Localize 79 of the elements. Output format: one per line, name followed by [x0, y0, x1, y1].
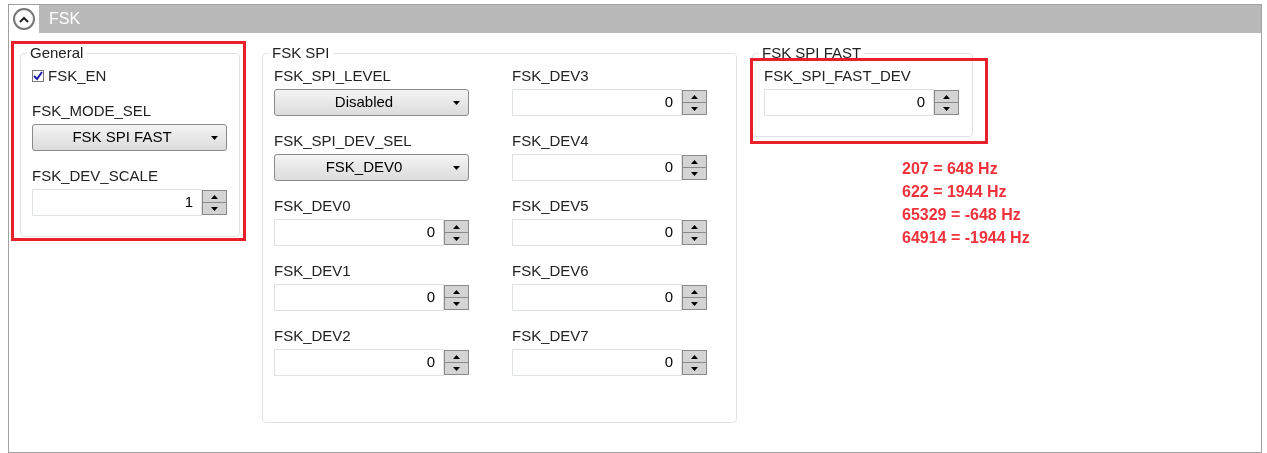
decrement-button[interactable]: [683, 363, 706, 374]
number-field[interactable]: 0: [274, 219, 444, 246]
increment-button[interactable]: [683, 351, 706, 363]
up-arrow-icon: [691, 289, 698, 294]
field-label: FSK_MODE_SEL: [32, 101, 153, 121]
number-field[interactable]: 0: [274, 284, 444, 311]
field-label: FSK_SPI_FAST_DEV: [764, 66, 912, 86]
down-arrow-icon: [453, 366, 460, 371]
up-arrow-icon: [453, 289, 460, 294]
increment-button[interactable]: [683, 91, 706, 103]
check-icon: [33, 71, 43, 81]
up-arrow-icon: [943, 94, 950, 99]
field-label: FSK_SPI_LEVEL: [274, 66, 392, 86]
increment-button[interactable]: [445, 221, 468, 233]
up-arrow-icon: [211, 194, 218, 199]
down-arrow-icon: [453, 236, 460, 241]
increment-button[interactable]: [203, 191, 226, 203]
field-label: FSK_SPI_DEV_SEL: [274, 131, 413, 151]
number-field[interactable]: 0: [764, 89, 934, 116]
decrement-button[interactable]: [935, 103, 958, 114]
number-field[interactable]: 0: [512, 284, 682, 311]
field-label: FSK_DEV6: [512, 261, 590, 281]
field-label: FSK_DEV5: [512, 196, 590, 216]
field-label: FSK_DEV4: [512, 131, 590, 151]
field-label: FSK_DEV2: [274, 326, 352, 346]
field-label: FSK_EN: [48, 66, 107, 86]
increment-button[interactable]: [683, 286, 706, 298]
field-label: FSK_DEV_SCALE: [32, 166, 159, 186]
number-field[interactable]: 0: [512, 219, 682, 246]
decrement-button[interactable]: [445, 233, 468, 244]
increment-button[interactable]: [445, 286, 468, 298]
annotation-text: 207 = 648 Hz: [902, 159, 999, 179]
field-label: FSK_DEV0: [274, 196, 352, 216]
decrement-button[interactable]: [445, 298, 468, 309]
down-arrow-icon: [691, 301, 698, 306]
caret-icon: [453, 165, 460, 170]
down-arrow-icon: [691, 106, 698, 111]
increment-button[interactable]: [683, 156, 706, 168]
down-arrow-icon: [453, 301, 460, 306]
up-arrow-icon: [453, 354, 460, 359]
number-field[interactable]: 0: [274, 349, 444, 376]
down-arrow-icon: [943, 106, 950, 111]
down-arrow-icon: [691, 236, 698, 241]
decrement-button[interactable]: [445, 363, 468, 374]
dropdown[interactable]: FSK SPI FAST: [32, 124, 227, 151]
number-field[interactable]: 1: [32, 189, 202, 216]
decrement-button[interactable]: [203, 203, 226, 214]
decrement-button[interactable]: [683, 168, 706, 179]
annotation-text: 622 = 1944 Hz: [902, 182, 1008, 202]
annotation-text: 64914 = -1944 Hz: [902, 228, 1030, 248]
annotation-text: 65329 = -648 Hz: [902, 205, 1022, 225]
up-arrow-icon: [691, 224, 698, 229]
down-arrow-icon: [691, 171, 698, 176]
number-field[interactable]: 0: [512, 349, 682, 376]
number-field[interactable]: 0: [512, 89, 682, 116]
dropdown[interactable]: Disabled: [274, 89, 469, 116]
field-label: FSK_DEV1: [274, 261, 352, 281]
chevron-up-icon: [19, 15, 29, 23]
checkbox[interactable]: [32, 70, 44, 82]
dropdown[interactable]: FSK_DEV0: [274, 154, 469, 181]
field-label: FSK_DEV7: [512, 326, 590, 346]
caret-icon: [211, 135, 218, 140]
up-arrow-icon: [691, 94, 698, 99]
field-label: FSK_DEV3: [512, 66, 590, 86]
up-arrow-icon: [691, 354, 698, 359]
number-field[interactable]: 0: [512, 154, 682, 181]
increment-button[interactable]: [935, 91, 958, 103]
panel-title: FSK: [49, 9, 81, 29]
increment-button[interactable]: [683, 221, 706, 233]
decrement-button[interactable]: [683, 298, 706, 309]
down-arrow-icon: [211, 206, 218, 211]
up-arrow-icon: [453, 224, 460, 229]
collapse-button[interactable]: [13, 8, 35, 30]
increment-button[interactable]: [445, 351, 468, 363]
decrement-button[interactable]: [683, 233, 706, 244]
down-arrow-icon: [691, 366, 698, 371]
caret-icon: [453, 100, 460, 105]
up-arrow-icon: [691, 159, 698, 164]
decrement-button[interactable]: [683, 103, 706, 114]
